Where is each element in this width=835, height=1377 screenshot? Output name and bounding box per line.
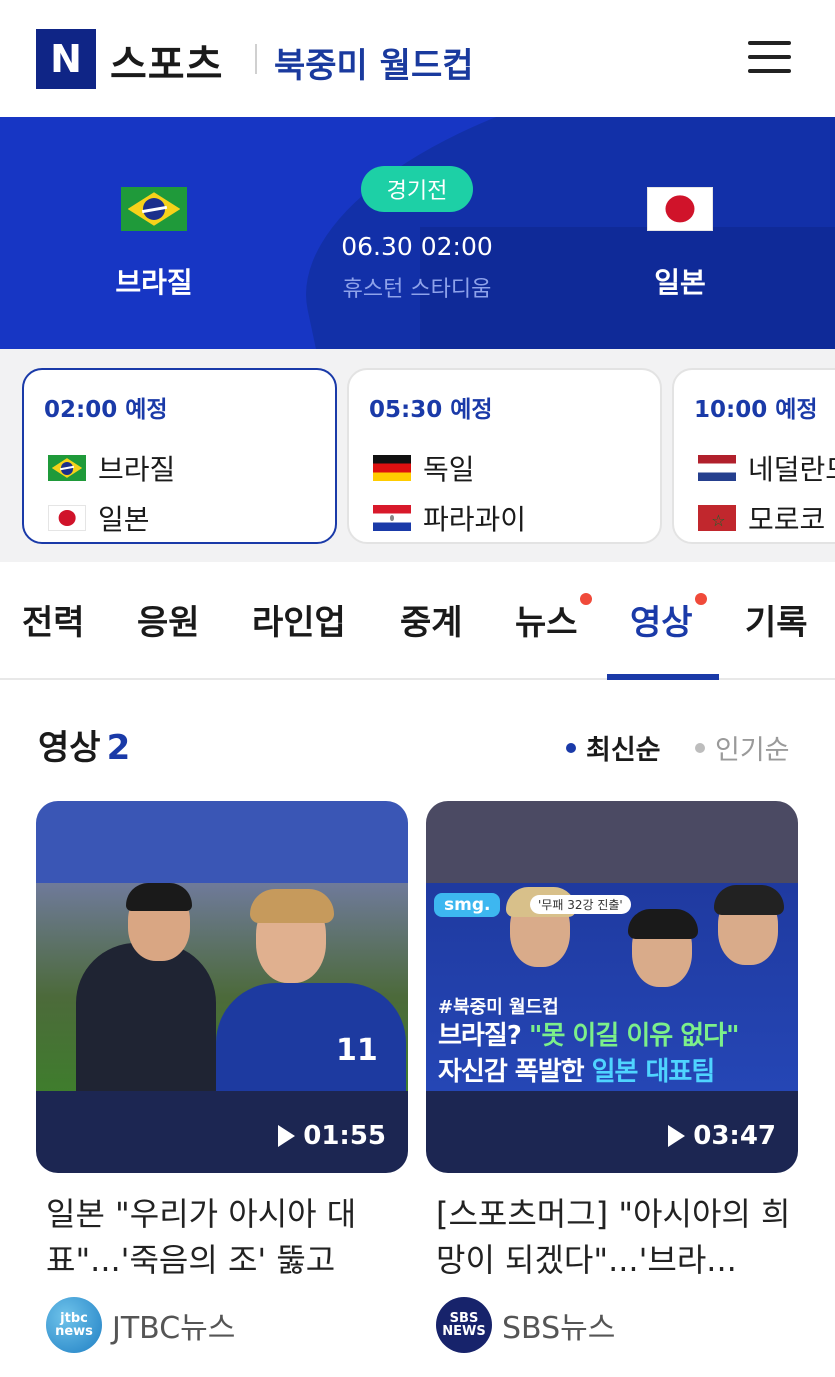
duration-text: 01:55 [303,1121,386,1151]
match-schedule-strip[interactable]: 02:00 예정 브라질 일본 05:30 예정 독일 파라과이 10:00 예… [0,349,835,562]
schedule-team-row: 네덜란드 [698,448,835,488]
schedule-time: 05:30 예정 [369,397,493,423]
naver-logo[interactable]: N [36,29,96,89]
duration-text: 03:47 [693,1121,776,1151]
away-team: 일본 [580,117,780,301]
event-title[interactable]: 북중미 월드컵 [274,38,474,87]
paraguay-flag-icon [373,505,411,531]
tab-label: 전력 [22,603,85,643]
home-team: 브라질 [54,117,254,301]
schedule-card[interactable]: 02:00 예정 브라질 일본 [22,368,337,544]
brazil-flag-icon [121,187,187,231]
video-title[interactable]: 일본 "우리가 아시아 대표"...'죽음의 조' 뚫고 브... [46,1191,404,1283]
play-icon [668,1125,686,1147]
thumbnail-caption-line1: 브라질? "못 이길 이유 없다" [438,1015,740,1052]
match-datetime: 06.30 02:00 [341,232,493,261]
schedule-team-row: 브라질 [48,448,175,488]
sort-label: 최신순 [586,735,661,766]
team-name: 일본 [98,503,150,536]
schedule-card[interactable]: 10:00 예정 네덜란드 ☆ 모로코 [672,368,835,544]
new-indicator-dot [694,593,707,605]
video-title[interactable]: [스포츠머그] "아시아의 희망이 되겠다"...'브라... [436,1191,794,1283]
team-name: 파라과이 [423,503,527,536]
caption-highlight: 일본 대표팀 [591,1057,716,1087]
smg-subtitle: '무패 32강 진출' [530,895,631,914]
team-name: 모로코 [748,503,826,536]
netherlands-flag-icon [698,455,736,481]
schedule-card[interactable]: 05:30 예정 독일 파라과이 [347,368,662,544]
morocco-flag-icon: ☆ [698,505,736,531]
play-icon [278,1125,296,1147]
tab-label: 뉴스 [515,603,578,643]
tab-label: 영상 [630,603,693,643]
section-title-text: 영상 [38,728,101,768]
jersey-number: 11 [336,1033,378,1068]
tab-videos[interactable]: 영상 [630,593,707,644]
schedule-team-row: 파라과이 [373,498,526,538]
sort-bullet-icon [566,742,576,753]
caption-text: 브라질? [438,1021,529,1051]
japan-flag-icon [48,505,86,531]
video-source[interactable]: jtbc news JTBC뉴스 [46,1297,235,1353]
video-duration: 01:55 [278,1121,386,1151]
tab-label: 기록 [745,603,808,643]
video-card[interactable]: 11 01:55 일본 "우리가 아시아 대표"...'죽음의 조' 뚫고 브.… [36,801,408,1353]
caption-text: 자신감 폭발한 [438,1057,592,1087]
sort-latest-button[interactable]: 최신순 [566,728,661,767]
caption-highlight: "못 이길 이유 없다" [528,1021,740,1051]
sbs-news-logo: SBS NEWS [436,1297,492,1353]
tab-lineup-strength[interactable]: 전력 [22,595,85,644]
video-thumbnail[interactable]: 11 01:55 [36,801,408,1173]
video-card[interactable]: smg. '무패 32강 진출' #북중미 월드컵 브라질? "못 이길 이유 … [426,801,798,1353]
active-tab-indicator [607,674,719,680]
schedule-time: 10:00 예정 [694,397,818,423]
match-stadium: 휴스턴 스타디움 [342,277,492,302]
app-header: N 스포츠 북중미 월드컵 [0,0,835,117]
hamburger-menu-icon[interactable] [748,36,792,80]
tab-broadcast[interactable]: 중계 [400,595,463,644]
schedule-time: 02:00 예정 [44,397,168,423]
sort-popular-button[interactable]: 인기순 [695,728,790,767]
germany-flag-icon [373,455,411,481]
tab-records[interactable]: 기록 [745,595,808,644]
match-banner[interactable]: 브라질 경기전 06.30 02:00 휴스턴 스타디움 일본 [0,117,835,349]
tab-lineup[interactable]: 라인업 [252,595,346,644]
source-name: JTBC뉴스 [112,1311,236,1346]
header-divider [255,44,257,74]
schedule-team-row: ☆ 모로코 [698,498,825,538]
tab-label: 라인업 [252,603,346,643]
section-title: 영상 2 [38,720,130,769]
schedule-team-row: 독일 [373,448,475,488]
sports-logo-text[interactable]: 스포츠 [110,32,223,90]
tab-cheer[interactable]: 응원 [137,595,200,644]
jtbc-news-logo: jtbc news [46,1297,102,1353]
thumbnail-caption-line2: 자신감 폭발한 일본 대표팀 [438,1051,716,1088]
japan-flag-icon [647,187,713,231]
source-name: SBS뉴스 [502,1311,616,1346]
schedule-team-row: 일본 [48,498,150,538]
tab-label: 중계 [400,603,463,643]
new-indicator-dot [579,593,592,605]
video-thumbnail[interactable]: smg. '무패 32강 진출' #북중미 월드컵 브라질? "못 이길 이유 … [426,801,798,1173]
smg-badge: smg. [434,893,501,917]
content-tabs: 전력 응원 라인업 중계 뉴스 영상 기록 [0,562,835,680]
video-duration: 03:47 [668,1121,776,1151]
tab-news[interactable]: 뉴스 [515,593,592,644]
away-team-name: 일본 [654,266,706,299]
thumbnail-image: smg. '무패 32강 진출' #북중미 월드컵 브라질? "못 이길 이유 … [426,883,798,1091]
brazil-flag-icon [48,455,86,481]
team-name: 브라질 [98,453,176,486]
sort-label: 인기순 [715,735,790,766]
sort-bullet-icon [695,742,705,753]
tab-label: 응원 [137,603,200,643]
video-source[interactable]: SBS NEWS SBS뉴스 [436,1297,615,1353]
thumbnail-image: 11 [36,883,408,1091]
home-team-name: 브라질 [115,266,193,299]
match-status-badge: 경기전 [361,166,473,212]
team-name: 네덜란드 [748,453,835,486]
video-count: 2 [106,728,131,768]
team-name: 독일 [423,453,475,486]
